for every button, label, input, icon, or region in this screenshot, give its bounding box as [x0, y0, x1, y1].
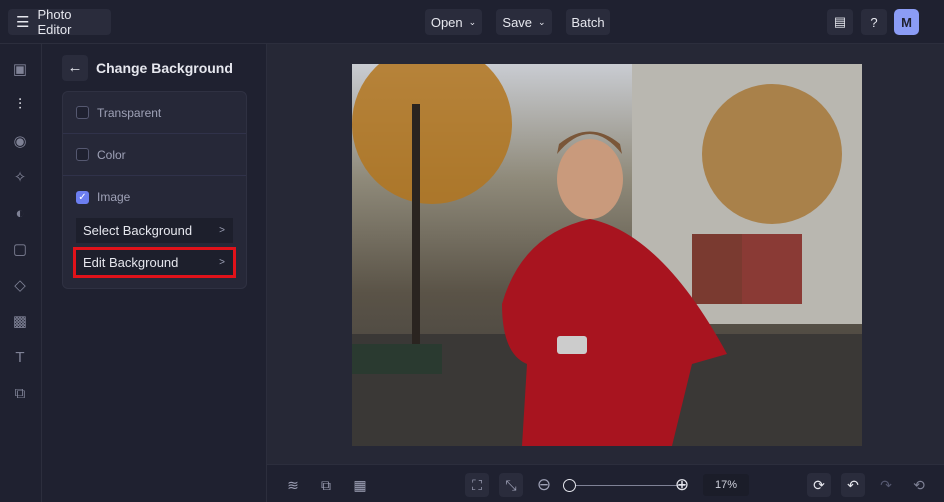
history-icon[interactable]: ⟲	[907, 473, 931, 497]
expand-icon: ⛶	[472, 477, 482, 493]
select-background-label: Select Background	[83, 223, 193, 238]
comment-icon: ▤	[833, 14, 847, 29]
duplicate-icon[interactable]: ⧉	[314, 473, 338, 497]
open-label: Open	[430, 14, 463, 30]
app-title: Photo Editor	[37, 7, 72, 37]
undo-icon[interactable]: ↶	[841, 473, 865, 497]
chevron-right-icon: >	[219, 225, 225, 236]
zoom-in-icon[interactable]: ⊕	[670, 473, 694, 497]
select-background-button[interactable]: Select Background >	[76, 218, 233, 243]
option-image[interactable]: ✓ Image	[63, 176, 246, 218]
zoom-slider-handle[interactable]	[563, 479, 576, 492]
palette-icon[interactable]: ◐	[11, 205, 29, 223]
help-button[interactable]: ?	[861, 9, 887, 35]
chevron-down-icon: ⌄	[538, 16, 546, 27]
back-button[interactable]: ←	[62, 55, 88, 81]
top-bar: ☰ Photo Editor Open ⌄ Save ⌄ Batch ▤ ? M	[0, 0, 944, 44]
option-label: Transparent	[97, 105, 162, 120]
option-label: Color	[97, 147, 126, 162]
bottom-toolbar: ≋ ⧉ ▦ ⛶ ⤡ ⊖ ⊕ 17% ⟳ ↶ ↷ ⟲	[267, 464, 944, 502]
checkbox[interactable]	[76, 148, 89, 161]
layers-icon[interactable]: ≋	[281, 473, 305, 497]
zoom-slider[interactable]	[565, 485, 685, 486]
replace-icon[interactable]: ⟳	[807, 473, 831, 497]
actual-size-button[interactable]: ⤡	[499, 473, 523, 497]
chevron-down-icon: ⌄	[468, 16, 477, 27]
arrow-left-icon: ←	[67, 59, 83, 76]
option-label: Image	[97, 190, 131, 204]
collapse-icon: ⤡	[505, 477, 517, 493]
hamburger-icon: ☰	[16, 14, 30, 31]
option-transparent[interactable]: Transparent	[63, 92, 246, 134]
side-panel: ← Change Background Transparent Color ✓ I…	[42, 44, 267, 502]
checkbox-checked[interactable]: ✓	[76, 190, 89, 204]
text-icon[interactable]: T	[11, 349, 29, 367]
redo-icon[interactable]: ↷	[874, 473, 898, 497]
background-options: Transparent Color ✓ Image Select Backgrou…	[62, 91, 247, 289]
edit-background-button[interactable]: Edit Background >	[73, 247, 236, 278]
menu-button[interactable]: ☰ Photo Editor	[8, 7, 111, 37]
tool-rail: ▣ ⫶ ◉ ✧ ◐ ▢ ◇ ▩ T ⧉	[0, 44, 42, 502]
feedback-button[interactable]: ▤	[827, 9, 853, 35]
zoom-level[interactable]: 17%	[703, 474, 749, 496]
batch-label: Batch	[571, 14, 605, 30]
checkbox[interactable]	[76, 106, 89, 119]
zoom-out-icon[interactable]: ⊖	[532, 473, 556, 497]
sparkle-icon[interactable]: ✧	[11, 169, 29, 187]
save-label: Save	[502, 14, 533, 30]
avatar-initial: M	[901, 14, 912, 30]
eye-icon[interactable]: ◉	[11, 133, 29, 151]
help-icon: ?	[870, 14, 878, 30]
photo-image	[352, 64, 862, 446]
adjustments-icon[interactable]: ⫶	[11, 96, 29, 114]
edit-background-label: Edit Background	[83, 255, 179, 270]
batch-button[interactable]: Batch	[566, 9, 610, 35]
photo-canvas[interactable]	[352, 64, 862, 446]
panel-title: Change Background	[96, 60, 233, 76]
avatar[interactable]: M	[894, 9, 919, 35]
texture-icon[interactable]: ▩	[11, 313, 29, 331]
fit-screen-button[interactable]: ⛶	[465, 473, 489, 497]
frame-icon[interactable]: ▢	[11, 241, 29, 259]
image-icon[interactable]: ▣	[11, 61, 29, 79]
save-button[interactable]: Save ⌄	[496, 9, 552, 35]
chevron-right-icon: >	[219, 257, 225, 268]
overlay-icon[interactable]: ⧉	[11, 385, 29, 403]
shapes-icon[interactable]: ◇	[11, 277, 29, 295]
grid-icon[interactable]: ▦	[348, 473, 372, 497]
open-button[interactable]: Open ⌄	[425, 9, 482, 35]
option-color[interactable]: Color	[63, 134, 246, 176]
